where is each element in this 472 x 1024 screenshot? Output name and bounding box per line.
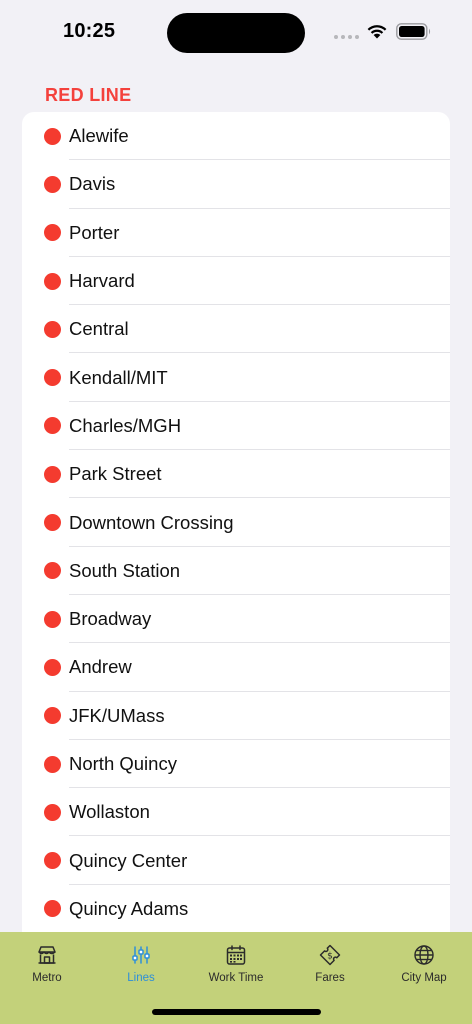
line-color-dot-icon (44, 272, 61, 290)
sliders-icon (132, 946, 150, 964)
station-name: Downtown Crossing (69, 511, 234, 533)
home-indicator (152, 1009, 321, 1015)
tab-label: Work Time (208, 972, 264, 984)
line-color-dot-icon (44, 610, 61, 628)
status-time: 10:25 (63, 20, 116, 42)
line-color-dot-icon (44, 562, 61, 580)
station-list: Alewife Davis Porter Harvard Central Kendall/… (22, 112, 450, 952)
line-color-dot-icon (44, 707, 61, 725)
section-header-red-line: RED LINE (45, 85, 132, 105)
station-name: North Quincy (69, 753, 177, 774)
line-color-dot-icon (44, 127, 61, 145)
station-name: Kendall/MIT (69, 366, 168, 388)
station-name: Charles/MGH (69, 414, 182, 436)
line-color-dot-icon (44, 465, 61, 483)
tab-city-map[interactable]: City Map (377, 932, 471, 992)
station-name: Davis (69, 173, 116, 195)
line-color-dot-icon (44, 320, 61, 338)
line-color-dot-icon (44, 803, 61, 821)
line-color-dot-icon (44, 417, 61, 435)
tab-label: City Map (401, 972, 447, 984)
station-name: Wollaston (69, 801, 150, 823)
calendar-icon (226, 945, 246, 965)
status-bar: 10:25 (0, 0, 472, 60)
tab-lines[interactable]: Lines (94, 932, 188, 992)
tab-fares[interactable]: $ Fares (283, 932, 377, 992)
list-item[interactable]: South Station (22, 547, 450, 595)
store-icon (38, 946, 56, 964)
station-name: Andrew (69, 656, 132, 678)
line-color-dot-icon (44, 852, 61, 870)
list-item[interactable]: Charles/MGH (22, 402, 450, 451)
station-name: JFK/UMass (69, 704, 165, 726)
station-name: Porter (69, 221, 120, 243)
list-item[interactable]: Davis (22, 160, 450, 209)
line-color-dot-icon (44, 658, 61, 676)
tab-label: Fares (315, 972, 345, 984)
list-item[interactable]: Quincy Center (22, 836, 450, 885)
ticket-icon: $ (319, 944, 341, 966)
list-item[interactable]: Kendall/MIT (22, 353, 450, 402)
station-name: Park Street (69, 463, 162, 485)
station-name: Quincy Center (69, 849, 188, 871)
svg-text:$: $ (327, 952, 333, 962)
list-item[interactable]: North Quincy (22, 740, 450, 789)
list-item[interactable]: JFK/UMass (22, 692, 450, 740)
station-name: Central (69, 318, 129, 340)
list-item[interactable]: Downtown Crossing (22, 498, 450, 547)
battery-icon (396, 23, 431, 40)
list-item[interactable]: Porter (22, 209, 450, 257)
wifi-icon (367, 25, 387, 39)
line-color-dot-icon (44, 900, 61, 918)
line-color-dot-icon (44, 514, 61, 532)
tab-label: Lines (127, 972, 155, 984)
list-item[interactable]: Central (22, 305, 450, 354)
list-item[interactable]: Park Street (22, 450, 450, 499)
tab-work-time[interactable]: Work Time (189, 932, 283, 992)
list-item[interactable]: Andrew (22, 643, 450, 692)
list-item[interactable]: Broadway (22, 595, 450, 644)
station-name: Alewife (69, 125, 129, 147)
cellular-signal-icon (334, 35, 359, 39)
line-color-dot-icon (44, 369, 61, 387)
line-color-dot-icon (44, 224, 61, 242)
station-name: Quincy Adams (69, 897, 189, 919)
list-item[interactable]: Quincy Adams (22, 885, 450, 933)
station-name: South Station (69, 559, 181, 581)
station-name: Harvard (69, 270, 135, 292)
line-color-dot-icon (44, 755, 61, 773)
station-name: Broadway (69, 608, 152, 630)
tab-metro[interactable]: Metro (0, 932, 94, 992)
tab-label: Metro (32, 972, 62, 984)
dynamic-island (167, 13, 305, 53)
list-item[interactable]: Wollaston (22, 788, 450, 837)
list-item[interactable]: Harvard (22, 257, 450, 306)
globe-icon (414, 945, 434, 965)
screen: 10:25 RED LINE Alewife Davis Porter Harvard… (0, 0, 472, 1024)
list-item[interactable]: Alewife (22, 112, 450, 161)
line-color-dot-icon (44, 175, 61, 193)
